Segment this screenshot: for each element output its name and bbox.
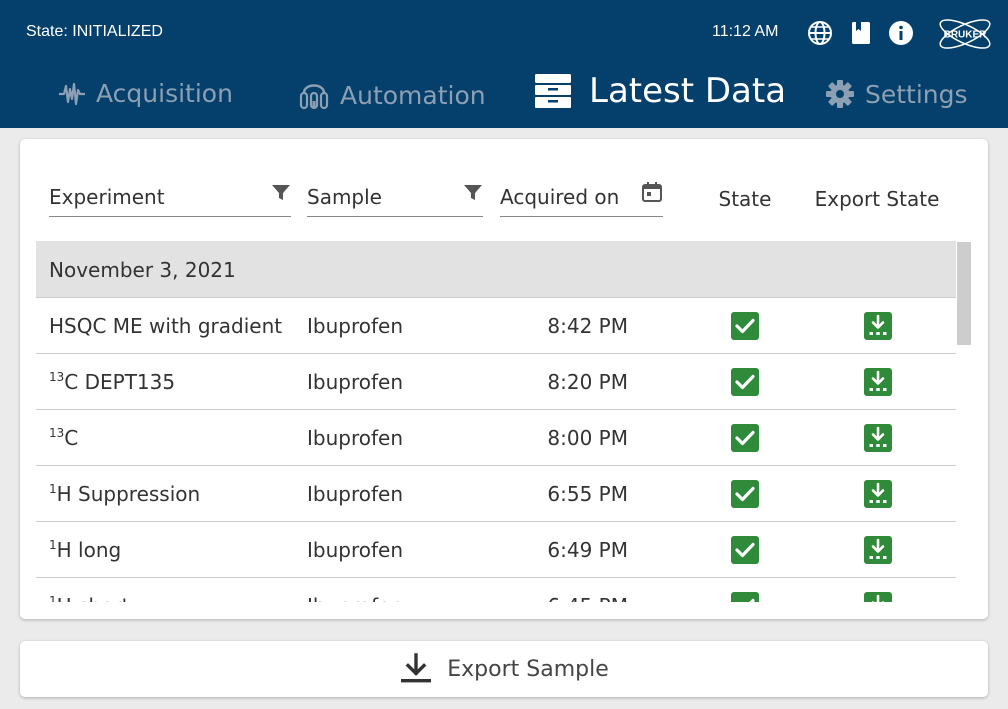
download-arrow-icon	[401, 653, 432, 683]
top-header: State: INITIALIZED 11:12 AM BRUKER Acqui…	[0, 0, 1008, 128]
sample-cell: Ibuprofen	[307, 314, 404, 338]
check-icon	[731, 592, 759, 602]
tab-acquisition-label: Acquisition	[96, 79, 233, 108]
experiment-filter[interactable]: Experiment	[49, 179, 291, 217]
experiment-cell: HSQC ME with gradient	[49, 314, 282, 338]
experiment-cell: 13C DEPT135	[49, 370, 175, 394]
sample-cell: Ibuprofen	[307, 370, 404, 394]
sample-cell: Ibuprofen	[307, 594, 403, 602]
sample-cell: Ibuprofen	[307, 538, 404, 562]
sample-filter[interactable]: Sample	[307, 179, 483, 217]
experiment-name: C DEPT135	[64, 370, 176, 394]
info-icon[interactable]	[888, 20, 914, 46]
clock-text: 11:12 AM	[712, 23, 779, 40]
experiment-filter-label: Experiment	[49, 185, 165, 209]
sample-tubes-icon	[299, 84, 329, 110]
calendar-icon[interactable]	[641, 181, 663, 203]
time-cell: 8:42 PM	[547, 314, 628, 338]
bruker-logo: BRUKER	[939, 19, 991, 49]
isotope-superscript: 13	[49, 426, 65, 440]
download-icon[interactable]	[863, 479, 893, 509]
download-icon[interactable]	[863, 591, 893, 602]
download-icon[interactable]	[863, 367, 893, 397]
time-cell: 6:45 PM	[506, 594, 628, 602]
archive-box-icon	[535, 74, 571, 108]
download-icon[interactable]	[863, 535, 893, 565]
tab-automation[interactable]: Automation	[298, 79, 486, 111]
table-row[interactable]: 13C Ibuprofen 8:00 PM	[36, 410, 956, 466]
export-sample-button[interactable]: Export Sample	[20, 641, 988, 697]
date-group-label: November 3, 2021	[49, 258, 236, 282]
book-icon[interactable]	[848, 20, 874, 46]
export-sample-label: Export Sample	[447, 656, 609, 682]
check-icon	[731, 368, 759, 396]
time-cell: 8:20 PM	[547, 370, 628, 394]
experiment-name: H short	[57, 594, 130, 602]
tab-settings[interactable]: Settings	[825, 79, 968, 109]
tab-automation-label: Automation	[340, 80, 486, 110]
tab-latest-data[interactable]: Latest Data	[533, 71, 786, 111]
sample-cell: Ibuprofen	[307, 482, 404, 506]
date-group-header: November 3, 2021	[36, 241, 956, 298]
acquired-on-filter-label: Acquired on	[500, 185, 620, 209]
isotope-superscript: 13	[49, 370, 65, 384]
state-column-header: State	[718, 187, 772, 211]
time-cell: 6:55 PM	[547, 482, 628, 506]
data-table: November 3, 2021 HSQC ME with gradient I…	[36, 241, 956, 602]
waveform-icon	[59, 82, 85, 105]
check-icon	[731, 424, 759, 452]
download-icon[interactable]	[863, 423, 893, 453]
table-row[interactable]: 1H short Ibuprofen 6:45 PM	[36, 578, 956, 602]
experiment-cell: 1H short	[49, 594, 129, 602]
time-cell: 6:49 PM	[547, 538, 628, 562]
sample-filter-label: Sample	[307, 185, 382, 209]
check-icon	[731, 480, 759, 508]
isotope-superscript: 1	[49, 482, 57, 496]
table-row[interactable]: HSQC ME with gradient Ibuprofen 8:42 PM	[36, 298, 956, 354]
experiment-cell: 1H Suppression	[49, 482, 200, 506]
check-icon	[731, 536, 759, 564]
sample-cell: Ibuprofen	[307, 426, 404, 450]
experiment-cell: 13C	[49, 426, 78, 450]
filter-icon[interactable]	[463, 183, 483, 203]
time-cell: 8:00 PM	[547, 426, 628, 450]
gear-icon	[826, 80, 854, 108]
scrollbar-thumb[interactable]	[957, 242, 971, 345]
bruker-logo-text: BRUKER	[944, 30, 988, 41]
filter-icon[interactable]	[271, 183, 291, 203]
experiment-name: H long	[56, 538, 122, 562]
table-row[interactable]: 13C DEPT135 Ibuprofen 8:20 PM	[36, 354, 956, 410]
isotope-superscript: 1	[49, 538, 57, 552]
acquired-on-filter[interactable]: Acquired on	[500, 179, 663, 217]
download-icon[interactable]	[863, 311, 893, 341]
export-state-column-header: Export State	[814, 187, 940, 211]
experiment-cell: 1H long	[49, 538, 121, 562]
table-row[interactable]: 1H long Ibuprofen 6:49 PM	[36, 522, 956, 578]
check-icon	[731, 312, 759, 340]
experiment-name: C	[64, 426, 79, 450]
state-text: State: INITIALIZED	[26, 23, 163, 40]
table-row[interactable]: 1H Suppression Ibuprofen 6:55 PM	[36, 466, 956, 522]
experiment-name: HSQC ME with gradient	[49, 314, 283, 338]
latest-data-card: Experiment Sample Acquired on State Expo…	[20, 139, 988, 619]
tab-latest-data-label: Latest Data	[589, 71, 787, 111]
globe-icon[interactable]	[807, 20, 833, 46]
isotope-superscript: 1	[49, 594, 57, 602]
tab-acquisition[interactable]: Acquisition	[58, 79, 233, 108]
tab-settings-label: Settings	[865, 79, 968, 109]
experiment-name: H Suppression	[56, 482, 201, 506]
